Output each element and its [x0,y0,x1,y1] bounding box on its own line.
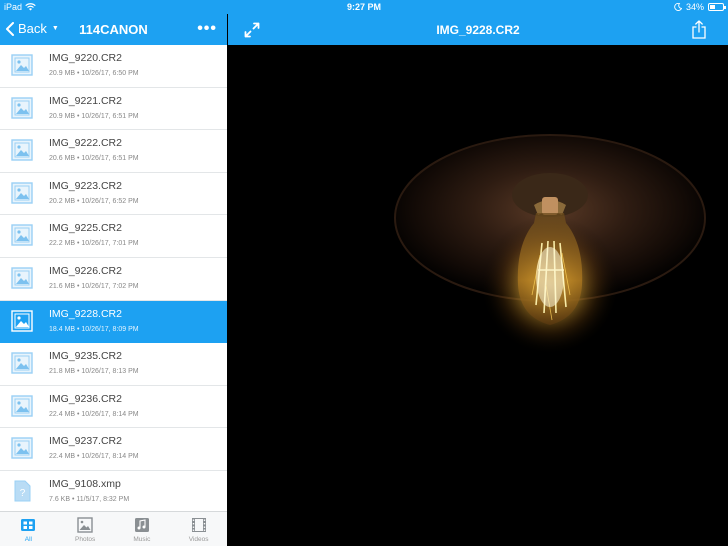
status-right: 34% [674,2,726,12]
file-meta: 18.4 MB • 10/26/17, 8:09 PM [49,325,139,333]
file-name: IMG_9222.CR2 [49,137,122,150]
file-name: IMG_9225.CR2 [49,222,122,235]
tab-label: Videos [188,536,209,543]
tab-label: All [24,536,32,543]
tab-videos[interactable]: Videos [170,512,227,546]
unknown-file-icon: ? [14,480,31,502]
image-title: IMG_9228.CR2 [436,23,520,37]
battery-fill [710,5,715,9]
back-button[interactable]: Back ▼ [5,21,59,36]
file-meta: 20.6 MB • 10/26/17, 6:51 PM [49,155,139,163]
file-row[interactable]: IMG_9235.CR2 21.8 MB • 10/26/17, 8:13 PM [0,343,227,386]
file-row[interactable]: IMG_9220.CR2 20.9 MB • 10/26/17, 6:50 PM [0,45,227,88]
file-name: IMG_9228.CR2 [49,307,122,320]
back-label: Back [18,21,47,36]
image-file-icon [11,54,33,76]
file-meta: 20.2 MB • 10/26/17, 6:52 PM [49,197,139,205]
file-name: IMG_9235.CR2 [49,350,122,363]
file-browser-panel: Back ▼ 114CANON ••• IMG_9220.CR2 20.9 MB … [0,0,227,546]
caret-down-icon: ▼ [51,25,59,32]
share-icon[interactable] [692,20,706,39]
file-name: IMG_9221.CR2 [49,94,122,107]
svg-text:?: ? [20,488,26,499]
light-bulb-photo [228,45,728,546]
music-icon [134,518,149,532]
image-file-icon [11,224,33,247]
tab-all[interactable]: All [0,512,57,546]
file-row[interactable]: IMG_9228.CR2 18.4 MB • 10/26/17, 8:09 PM [0,300,227,344]
file-row[interactable]: IMG_9226.CR2 21.6 MB • 10/26/17, 7:02 PM [0,257,227,301]
file-row[interactable]: IMG_9222.CR2 20.6 MB • 10/26/17, 6:51 PM [0,130,227,173]
file-meta: 22.4 MB • 10/26/17, 8:14 PM [49,410,139,418]
image-file-icon [11,437,33,460]
file-meta: 7.6 KB • 11/5/17, 8:32 PM [49,495,130,503]
file-name: IMG_9223.CR2 [49,179,122,192]
file-row[interactable]: IMG_9237.CR2 22.4 MB • 10/26/17, 8:14 PM [0,428,227,471]
file-row[interactable]: IMG_9223.CR2 20.2 MB • 10/26/17, 6:52 PM [0,172,227,216]
file-name: IMG_9226.CR2 [49,264,122,277]
tab-label: Music [133,536,151,543]
file-meta: 21.8 MB • 10/26/17, 8:13 PM [49,368,139,376]
chevron-left-icon [6,21,14,36]
film-icon [191,518,206,532]
grid-icon [21,519,36,531]
image-file-icon [11,139,33,161]
file-row[interactable]: IMG_9221.CR2 20.9 MB • 10/26/17, 6:51 PM [0,87,227,131]
file-row[interactable]: ? IMG_9108.xmp 7.6 KB • 11/5/17, 8:32 PM [0,470,227,511]
file-meta: 22.4 MB • 10/26/17, 8:14 PM [49,453,139,461]
battery-percent: 34% [685,2,704,12]
viewer-nav: IMG_9228.CR2 [228,14,728,45]
file-meta: 20.9 MB • 10/26/17, 6:50 PM [49,70,139,77]
file-meta: 20.9 MB • 10/26/17, 6:51 PM [49,112,139,120]
file-row[interactable]: IMG_9236.CR2 22.4 MB • 10/26/17, 8:14 PM [0,385,227,429]
status-bar: iPad 9:27 PM 34% [0,0,728,14]
photo-icon [77,517,93,533]
file-meta: 22.2 MB • 10/26/17, 7:01 PM [49,240,139,248]
image-file-icon [11,309,33,332]
image-file-icon [11,395,33,417]
file-list: IMG_9220.CR2 20.9 MB • 10/26/17, 6:50 PM I… [0,45,227,511]
clock: 9:27 PM [346,2,381,12]
photo-viewer[interactable] [228,45,728,546]
image-file-icon [11,352,33,374]
file-name: IMG_9220.CR2 [49,52,122,64]
tab-photos[interactable]: Photos [57,512,114,546]
file-meta: 21.6 MB • 10/26/17, 7:02 PM [49,282,139,290]
file-name: IMG_9236.CR2 [49,392,122,405]
tab-bar: All Photos Music Videos [0,511,227,546]
image-file-icon [11,96,33,119]
moon-icon [674,3,682,11]
image-file-icon [11,267,33,289]
file-name: IMG_9237.CR2 [49,435,122,448]
file-browser-nav: Back ▼ 114CANON ••• [0,14,227,45]
image-file-icon [11,182,33,204]
more-options-button[interactable]: ••• [197,20,217,38]
battery-icon [708,3,726,11]
tab-label: Photos [75,536,96,543]
file-row[interactable]: IMG_9225.CR2 22.2 MB • 10/26/17, 7:01 PM [0,215,227,258]
tab-music[interactable]: Music [114,512,171,546]
expand-icon[interactable] [244,22,260,38]
file-name: IMG_9108.xmp [49,477,121,490]
